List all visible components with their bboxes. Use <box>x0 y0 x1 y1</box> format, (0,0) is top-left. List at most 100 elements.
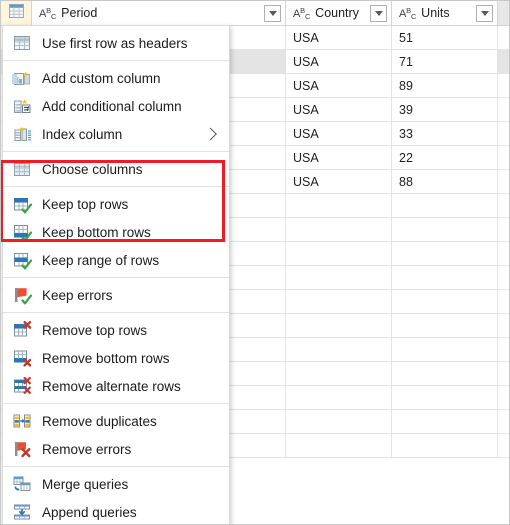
cell-country[interactable]: USA <box>286 50 392 73</box>
menu-separator <box>3 60 229 61</box>
menu-item-remove-alternate-rows[interactable]: Remove alternate rows <box>3 372 229 400</box>
cell-country[interactable]: USA <box>286 146 392 169</box>
remove-errors-icon <box>12 439 32 459</box>
cell-units[interactable] <box>392 290 498 313</box>
menu-item-label: Keep errors <box>42 287 113 303</box>
menu-item-remove-top-rows[interactable]: Remove top rows <box>3 316 229 344</box>
row-empty-area <box>498 290 509 313</box>
row-empty-area <box>498 386 509 409</box>
cell-units[interactable] <box>392 242 498 265</box>
menu-item-label: Index column <box>42 126 123 142</box>
cell-units[interactable]: 88 <box>392 170 498 193</box>
menu-item-label: Remove duplicates <box>42 413 157 429</box>
cell-units[interactable]: 89 <box>392 74 498 97</box>
cell-country[interactable] <box>286 290 392 313</box>
row-empty-area <box>498 170 509 193</box>
remove-top-rows-icon <box>12 320 32 340</box>
abc-type-icon: ABC <box>293 6 311 22</box>
menu-item-label: Choose columns <box>42 161 143 177</box>
menu-item-keep-top-rows[interactable]: Keep top rows <box>3 190 229 218</box>
cell-country[interactable] <box>286 410 392 433</box>
row-empty-area <box>498 362 509 385</box>
menu-item-label: Remove errors <box>42 441 132 457</box>
cell-units[interactable] <box>392 362 498 385</box>
remove-alternate-rows-icon <box>12 376 32 396</box>
cell-units[interactable] <box>392 434 498 457</box>
menu-item-label: Add custom column <box>42 70 161 86</box>
append-queries-icon <box>12 502 32 522</box>
cell-country[interactable] <box>286 314 392 337</box>
row-empty-area <box>498 218 509 241</box>
merge-queries-icon <box>12 474 32 494</box>
table-header-icon <box>12 33 32 53</box>
cell-country[interactable] <box>286 386 392 409</box>
menu-item-label: Keep top rows <box>42 196 129 212</box>
menu-item-label: Remove top rows <box>42 322 148 338</box>
menu-item-add-conditional-column[interactable]: Add conditional column <box>3 92 229 120</box>
filter-dropdown-icon-units[interactable] <box>476 5 493 22</box>
keep-errors-icon <box>12 285 33 305</box>
cell-country[interactable] <box>286 242 392 265</box>
filter-dropdown-icon-country[interactable] <box>370 5 387 22</box>
table-context-menu[interactable]: Use first row as headers Add custom colum… <box>2 25 230 524</box>
cell-country[interactable]: USA <box>286 122 392 145</box>
cell-country[interactable]: USA <box>286 170 392 193</box>
menu-item-remove-bottom-rows[interactable]: Remove bottom rows <box>3 344 229 372</box>
row-empty-area <box>498 122 509 145</box>
menu-item-add-custom-column[interactable]: Add custom column <box>3 64 229 92</box>
column-header-country[interactable]: ABC Country <box>286 1 392 25</box>
cell-country[interactable] <box>286 266 392 289</box>
cell-country[interactable] <box>286 362 392 385</box>
menu-item-remove-duplicates[interactable]: Remove duplicates <box>3 407 229 435</box>
menu-item-merge-queries[interactable]: Merge queries <box>3 470 229 498</box>
cell-units[interactable]: 51 <box>392 26 498 49</box>
menu-item-remove-errors[interactable]: Remove errors <box>3 435 229 463</box>
menu-item-label: Remove alternate rows <box>42 378 181 394</box>
row-empty-area <box>498 314 509 337</box>
cell-units[interactable] <box>392 218 498 241</box>
cell-country[interactable]: USA <box>286 98 392 121</box>
cell-units[interactable]: 33 <box>392 122 498 145</box>
menu-item-label: Remove bottom rows <box>42 350 170 366</box>
menu-item-index-column[interactable]: Index column <box>3 120 229 148</box>
cell-country[interactable]: USA <box>286 26 392 49</box>
column-header-period[interactable]: ABC Period <box>32 1 286 25</box>
menu-item-label: Append queries <box>42 504 137 520</box>
menu-item-append-queries[interactable]: Append queries <box>3 498 229 524</box>
cell-units[interactable] <box>392 314 498 337</box>
column-header-label: Units <box>421 6 450 20</box>
menu-separator <box>3 312 229 313</box>
column-header-units[interactable]: ABC Units <box>392 1 498 25</box>
cell-units[interactable] <box>392 410 498 433</box>
menu-item-keep-errors[interactable]: Keep errors <box>3 281 229 309</box>
menu-item-use-first-row-as-headers[interactable]: Use first row as headers <box>3 29 229 57</box>
row-empty-area <box>498 266 509 289</box>
remove-duplicates-icon <box>12 411 32 431</box>
cell-country[interactable] <box>286 218 392 241</box>
menu-item-choose-columns[interactable]: Choose columns <box>3 155 229 183</box>
row-empty-area <box>498 146 509 169</box>
chevron-right-icon <box>204 127 217 141</box>
cell-country[interactable] <box>286 194 392 217</box>
menu-item-label: Use first row as headers <box>42 35 188 51</box>
table-icon <box>8 3 24 23</box>
index-column-icon <box>12 124 32 144</box>
menu-item-keep-range-of-rows[interactable]: Keep range of rows <box>3 246 229 274</box>
row-empty-area <box>498 50 509 73</box>
cell-units[interactable] <box>392 338 498 361</box>
menu-separator <box>3 186 229 187</box>
cell-units[interactable] <box>392 266 498 289</box>
cell-units[interactable]: 22 <box>392 146 498 169</box>
cell-country[interactable]: USA <box>286 74 392 97</box>
menu-item-keep-bottom-rows[interactable]: Keep bottom rows <box>3 218 229 246</box>
cell-units[interactable]: 39 <box>392 98 498 121</box>
menu-item-label: Keep bottom rows <box>42 224 151 240</box>
cell-units[interactable]: 71 <box>392 50 498 73</box>
column-header-label: Country <box>315 6 359 20</box>
filter-dropdown-icon-period[interactable] <box>264 5 281 22</box>
cell-units[interactable] <box>392 194 498 217</box>
cell-country[interactable] <box>286 338 392 361</box>
grid-corner-table-button[interactable] <box>1 1 32 25</box>
cell-units[interactable] <box>392 386 498 409</box>
cell-country[interactable] <box>286 434 392 457</box>
